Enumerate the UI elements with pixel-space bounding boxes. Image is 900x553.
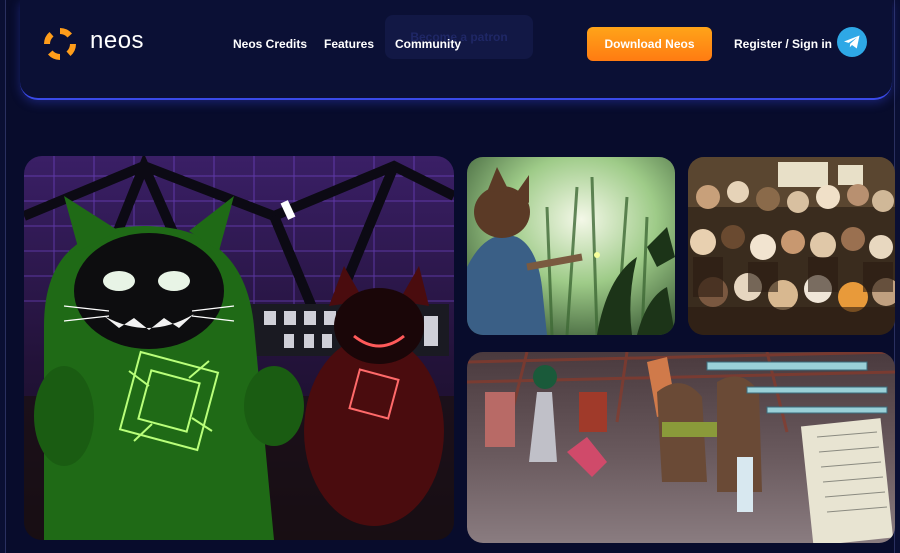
forest-scene-image xyxy=(467,157,675,335)
green-cat-avatar-image xyxy=(24,156,454,540)
nav-link-neos-credits[interactable]: Neos Credits xyxy=(233,37,307,51)
nav-link-community[interactable]: Community xyxy=(395,37,461,51)
telegram-icon[interactable] xyxy=(837,27,867,57)
nav-link-features[interactable]: Features xyxy=(324,37,374,51)
top-navigation-bar: neos Become a patron Neos Credits Featur… xyxy=(20,0,892,100)
register-signin-link[interactable]: Register / Sign in xyxy=(734,37,832,51)
neos-logo-icon[interactable] xyxy=(42,26,78,62)
brand-name[interactable]: neos xyxy=(90,27,144,55)
download-neos-button[interactable]: Download Neos xyxy=(587,27,712,61)
workshop-scene-image xyxy=(467,352,895,543)
avatar-crowd-image xyxy=(688,157,895,335)
